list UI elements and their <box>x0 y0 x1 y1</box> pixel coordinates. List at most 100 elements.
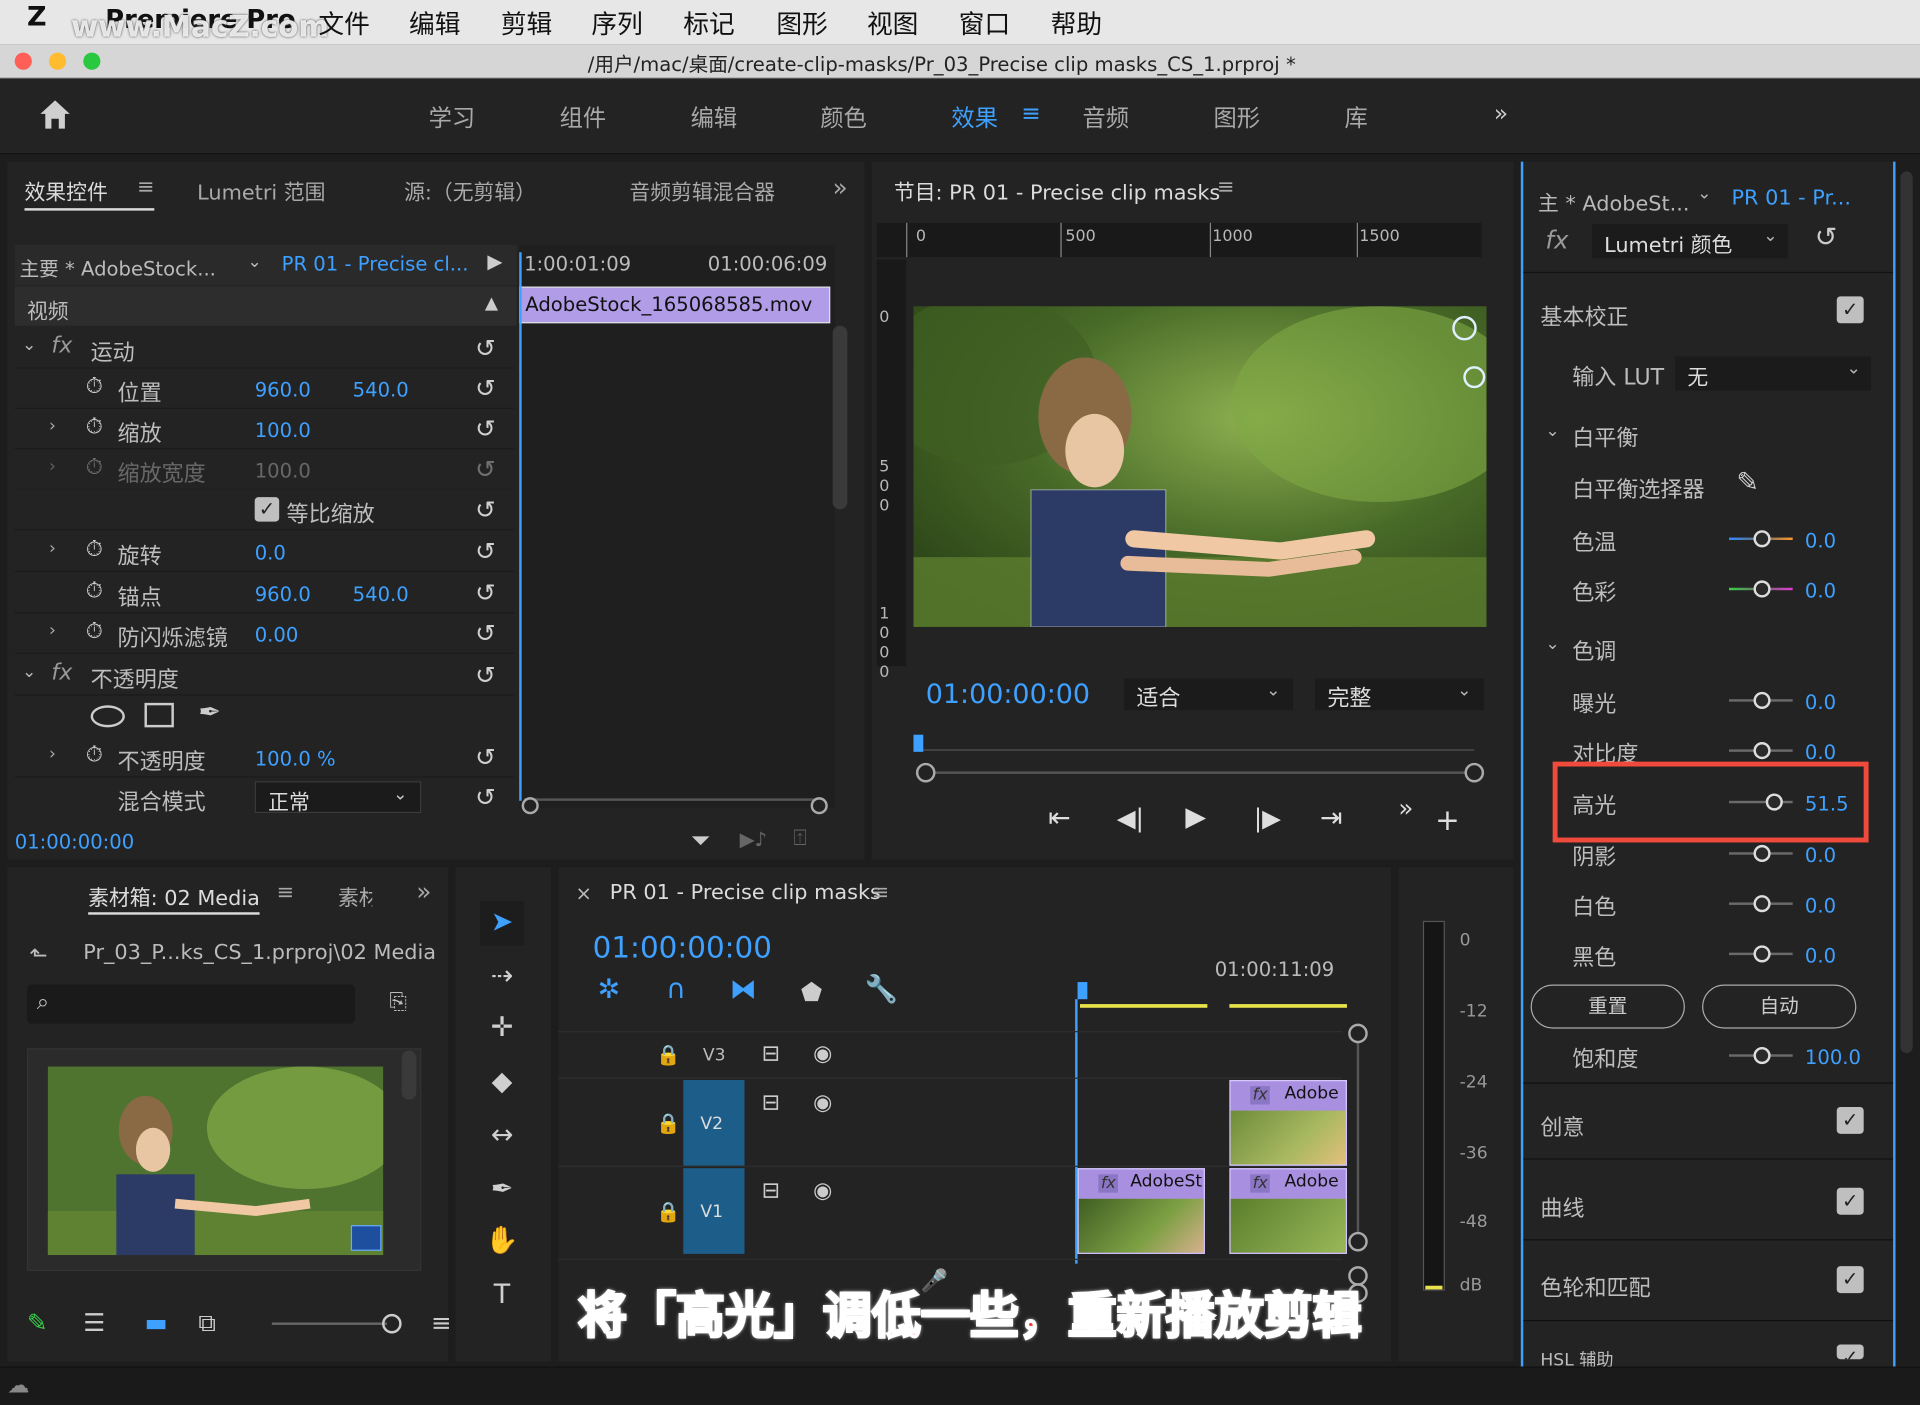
menu-view[interactable]: 视图 <box>867 5 918 42</box>
blacks-value[interactable]: 0.0 <box>1805 944 1836 967</box>
hsl-checkbox[interactable]: ✓ <box>1836 1344 1864 1360</box>
collapse-up-icon[interactable]: ▲ <box>485 294 498 314</box>
step-forward-icon[interactable]: |▶ <box>1254 803 1281 832</box>
type-tool-icon[interactable]: T <box>480 1273 524 1317</box>
timeline-title[interactable]: PR 01 - Precise clip masks <box>610 880 881 904</box>
tone-label[interactable]: 色调 <box>1572 634 1616 666</box>
timeline-clip-v2[interactable]: fx Adobe <box>1229 1080 1347 1166</box>
pencil-icon[interactable]: ✎ <box>27 1308 48 1337</box>
reset-icon[interactable]: ↺ <box>475 782 496 811</box>
panel-menu-icon[interactable]: ≡ <box>1217 175 1234 199</box>
program-zoom-right[interactable] <box>1464 762 1485 783</box>
creative-cloud-icon[interactable]: ☁ <box>7 1373 29 1399</box>
media-thumbnail-card[interactable] <box>26 1048 422 1272</box>
workspace-editing[interactable]: 编辑 <box>691 100 738 133</box>
eye-icon[interactable]: ◉ <box>813 1090 832 1116</box>
tab-media-bin[interactable]: 素材箱: 02 Media <box>88 880 260 911</box>
creative-label[interactable]: 创意 <box>1540 1111 1584 1143</box>
ec-zoom-bar[interactable] <box>524 798 818 801</box>
position-x-value[interactable]: 960.0 <box>255 378 311 401</box>
freeform-view-icon[interactable]: ⧉ <box>198 1308 215 1337</box>
workspace-learn[interactable]: 学习 <box>429 100 476 133</box>
fx-icon[interactable]: fx <box>51 333 72 359</box>
reset-icon[interactable]: ↺ <box>475 660 496 689</box>
ellipse-mask-icon[interactable] <box>90 705 125 728</box>
saturation-value[interactable]: 100.0 <box>1805 1046 1861 1069</box>
icon-view-icon[interactable]: ▬ <box>144 1308 167 1337</box>
contrast-slider[interactable] <box>1728 742 1793 760</box>
hand-tool-icon[interactable]: ✋ <box>480 1220 524 1264</box>
more-workspaces-icon[interactable]: » <box>1494 100 1508 127</box>
blacks-knob[interactable] <box>1753 945 1771 963</box>
rotation-value[interactable]: 0.0 <box>255 541 286 564</box>
basic-correction-checkbox[interactable]: ✓ <box>1836 296 1864 324</box>
slip-tool-icon[interactable]: ↔ <box>480 1114 524 1158</box>
opacity-value[interactable]: 100.0 % <box>255 747 336 770</box>
program-playhead[interactable] <box>913 734 924 752</box>
lumetri-effect-dropdown[interactable]: Lumetri 颜色 ⌄ <box>1591 224 1788 259</box>
blacks-slider[interactable] <box>1728 945 1793 963</box>
program-timecode[interactable]: 01:00:00:00 <box>926 680 1090 711</box>
lock-icon[interactable]: 🔒 <box>656 1200 680 1223</box>
program-title[interactable]: 节目: PR 01 - Precise clip masks <box>894 175 1220 205</box>
ec-current-timecode[interactable]: 01:00:00:00 <box>15 830 135 853</box>
ec-zoom-handle-right[interactable] <box>810 797 828 815</box>
panel-menu-icon[interactable]: ≡ <box>137 175 154 199</box>
linked-selection-icon[interactable]: ⧓ <box>730 975 757 1006</box>
stopwatch-icon[interactable]: ⏱ <box>86 618 103 644</box>
lumetri-master-clip[interactable]: 主 * AdobeSt... <box>1538 186 1690 216</box>
whites-slider[interactable] <box>1728 895 1793 913</box>
vscroll-bottom-handle[interactable] <box>1348 1231 1368 1252</box>
reset-button[interactable]: 重置 <box>1530 984 1685 1029</box>
step-back-icon[interactable]: ◀| <box>1117 803 1144 832</box>
shadows-slider[interactable] <box>1728 844 1793 863</box>
saturation-knob[interactable] <box>1753 1046 1771 1065</box>
chevron-down-icon[interactable]: ⌄ <box>247 252 261 272</box>
stopwatch-icon[interactable]: ⏱ <box>86 742 103 768</box>
anchor-y-value[interactable]: 540.0 <box>353 583 409 606</box>
exposure-knob[interactable] <box>1753 691 1771 709</box>
bin-up-icon[interactable]: ⬑ <box>29 943 47 969</box>
chevron-down-icon[interactable]: ⌄ <box>1697 184 1711 204</box>
ripple-edit-tool-icon[interactable]: ✛ <box>480 1007 524 1051</box>
master-clip-label[interactable]: 主要 * AdobeStock... <box>20 252 216 281</box>
shadows-value[interactable]: 0.0 <box>1805 844 1836 867</box>
filter-icon[interactable]: ⏷ <box>691 825 711 854</box>
add-marker-icon[interactable]: ⬟ <box>801 977 822 1006</box>
menu-sequence[interactable]: 序列 <box>591 5 642 42</box>
shadows-knob[interactable] <box>1753 844 1771 863</box>
chevron-right-icon[interactable]: › <box>49 621 56 641</box>
close-sequence-icon[interactable]: × <box>576 882 592 905</box>
program-mini-ruler[interactable] <box>915 749 1475 751</box>
tab-audio-clip-mixer[interactable]: 音频剪辑混合器 <box>629 175 788 205</box>
program-zoom-bar[interactable] <box>925 771 1475 774</box>
lock-icon[interactable]: 🔒 <box>656 1112 680 1135</box>
reset-icon[interactable]: ↺ <box>475 333 496 362</box>
project-scrollbar[interactable] <box>401 1050 417 1100</box>
panel-menu-icon[interactable]: ≡ <box>872 880 889 904</box>
list-view-icon[interactable]: ☰ <box>83 1308 105 1337</box>
play-arrow-icon[interactable]: ▶ <box>487 250 502 273</box>
track-v2-target[interactable]: V2 <box>683 1080 745 1166</box>
project-menu-icon[interactable]: ≡ <box>431 1308 452 1337</box>
stopwatch-icon[interactable]: ⏱ <box>86 414 103 440</box>
contrast-value[interactable]: 0.0 <box>1805 741 1836 764</box>
workspace-effects[interactable]: 效果 <box>951 100 998 133</box>
sync-lock-icon[interactable]: ⊟ <box>762 1041 780 1067</box>
whites-value[interactable]: 0.0 <box>1805 894 1836 917</box>
vscroll-top-handle[interactable] <box>1348 1023 1368 1044</box>
chevron-down-icon[interactable]: ⌄ <box>22 336 36 356</box>
exposure-slider[interactable] <box>1728 691 1793 709</box>
find-icon[interactable]: ⎘ <box>389 989 407 1015</box>
more-controls-icon[interactable]: » <box>1398 793 1413 822</box>
home-icon[interactable] <box>37 96 74 133</box>
thumbnail-size-slider[interactable] <box>271 1322 387 1325</box>
more-panels-icon[interactable]: » <box>833 173 848 202</box>
eye-icon[interactable]: ◉ <box>813 1041 832 1067</box>
workspace-color[interactable]: 颜色 <box>820 100 867 133</box>
ec-playhead[interactable] <box>519 252 522 801</box>
flicker-value[interactable]: 0.00 <box>255 623 299 646</box>
workspace-audio[interactable]: 音频 <box>1082 100 1129 133</box>
play-icon[interactable]: ▶ <box>1185 802 1206 833</box>
reset-icon[interactable]: ↺ <box>475 536 496 565</box>
